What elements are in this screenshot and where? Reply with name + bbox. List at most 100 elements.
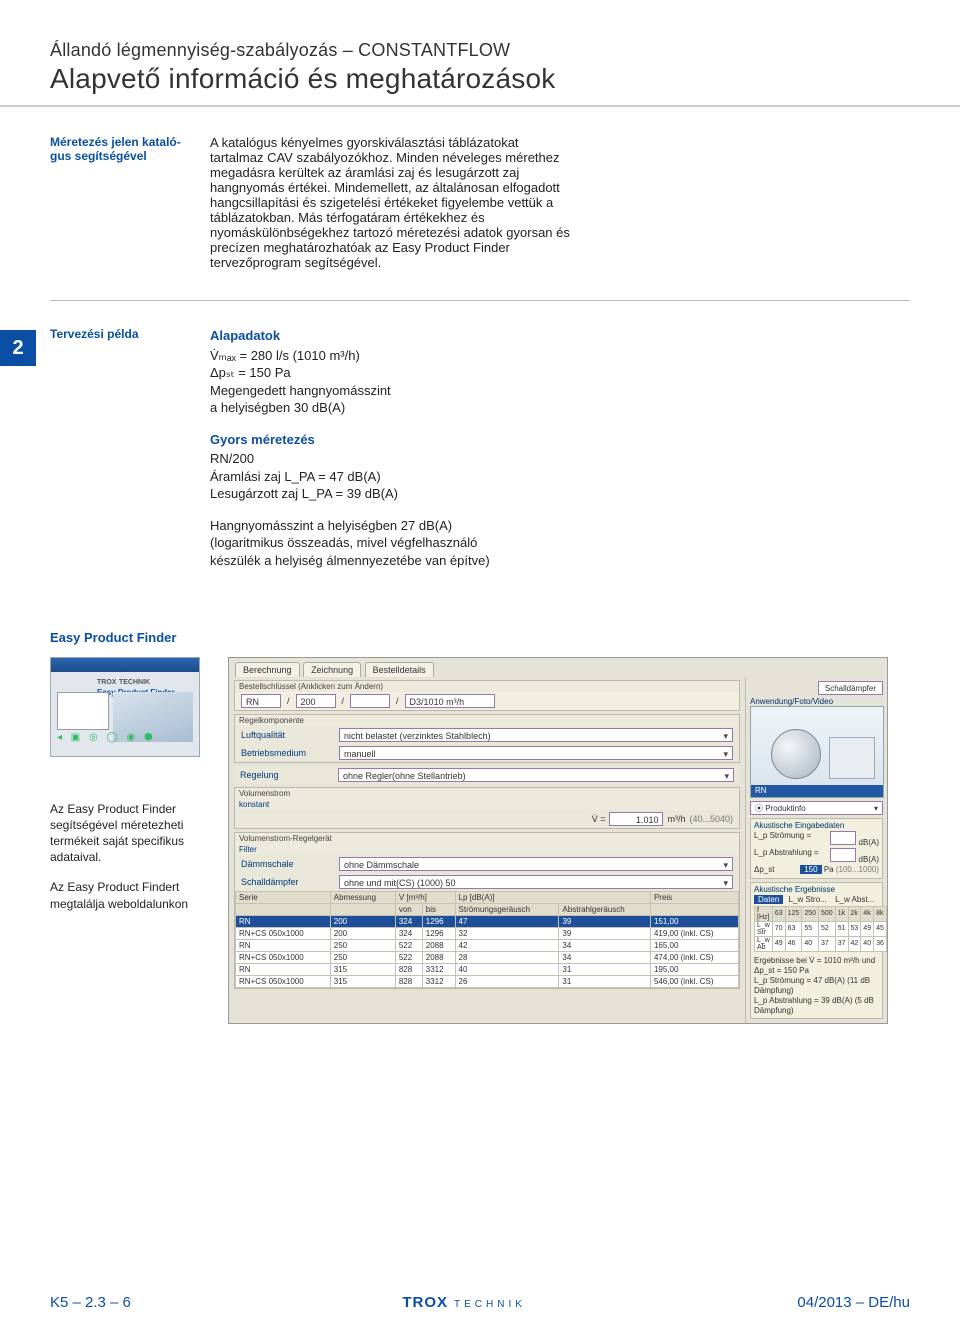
footer-right: 04/2013 – DE/hu: [797, 1294, 910, 1311]
table-cell: 828: [395, 975, 422, 987]
quick-sizing-heading: Gyors méretezés: [210, 431, 590, 449]
spec-td: 45: [874, 921, 887, 936]
app-tab-berechnung[interactable]: Berechnung: [235, 662, 300, 677]
table-cell: 324: [395, 915, 422, 927]
luft-dropdown[interactable]: nicht belastet (verzinktes Stahlblech): [339, 728, 733, 742]
betr-dropdown[interactable]: manuell: [339, 746, 733, 760]
app-regel-title: Regelkomponente: [235, 715, 739, 726]
damm-label: Dämmschale: [241, 859, 333, 869]
schall-label: Schalldämpfer: [241, 877, 333, 887]
epf-thumb-brand: TROX: [97, 679, 116, 686]
table-cell: 165,00: [650, 939, 738, 951]
epf-captions: Az Easy Product Finder segítségével mére…: [50, 801, 210, 912]
table-row[interactable]: RN+CS 050x100020032412963239419,00 (inkl…: [236, 927, 739, 939]
schall-dropdown[interactable]: ohne und mit(CS) (1000) 50: [339, 875, 733, 889]
table-row[interactable]: RN25052220884234165,00: [236, 939, 739, 951]
spec-td: 40: [861, 936, 874, 951]
table-cell: 1296: [422, 927, 455, 939]
app-main-column: Bestellschlüssel (Anklicken zum Ändern) …: [229, 677, 745, 1023]
spec-th: 125: [785, 906, 802, 921]
spec-td: 70: [772, 921, 785, 936]
table-cell: 546,00 (inkl. CS): [650, 975, 738, 987]
results-table[interactable]: Serie Abmessung V [m³/h] Lp [dB(A)] Prei…: [235, 891, 739, 988]
luft-label: Luftqualität: [241, 730, 333, 740]
table-cell: 34: [559, 951, 651, 963]
app-volumenstrom-group: Volumenstrom konstant V̇ = 1.010 m³/h (4…: [234, 787, 740, 829]
vol-input[interactable]: 1.010: [609, 812, 663, 826]
vol-eq: V̇ =: [592, 814, 606, 824]
orderkey-part-6[interactable]: D3/1010 m³/h: [405, 694, 495, 708]
table-cell: 2088: [422, 951, 455, 963]
ak-out-tab-daten[interactable]: Daten: [754, 895, 783, 904]
product-photo-caption: RN: [751, 785, 883, 797]
table-subheader-row: von bis Strömungsgeräusch Abstrahlgeräus…: [236, 903, 739, 915]
schalldampfer-button[interactable]: Schalldämpfer: [818, 681, 883, 695]
results-filter: Filter: [235, 844, 739, 855]
regel-dropdown[interactable]: ohne Regler(ohne Stellantrieb): [338, 768, 734, 782]
epf-heading: Easy Product Finder: [50, 630, 910, 645]
spec-td: 40: [802, 936, 819, 951]
th-strom: Strömungsgeräusch: [455, 903, 559, 915]
table-row[interactable]: RN+CS 050x100031582833122631546,00 (inkl…: [236, 975, 739, 987]
damm-dropdown[interactable]: ohne Dämmschale: [339, 857, 733, 871]
epf-thumb-technik: TECHNIK: [119, 679, 150, 686]
room-spl-line2: (logaritmikus összeadás, mivel végfelhas…: [210, 534, 590, 552]
section-divider: [50, 300, 910, 301]
table-cell: 39: [559, 927, 651, 939]
table-cell: 34: [559, 939, 651, 951]
spec-td: 52: [819, 921, 836, 936]
table-header-row: Serie Abmessung V [m³/h] Lp [dB(A)] Prei…: [236, 891, 739, 903]
page-title: Alapvető információ és meghatározások: [50, 63, 910, 95]
epf-row: TROX TECHNIK Easy Product Finder ◂ ▣ ◎ ◯…: [50, 657, 910, 1024]
table-row[interactable]: RN31582833124031195,00: [236, 963, 739, 975]
quick-sizing-rn: RN/200: [210, 450, 590, 468]
ak-in-dp: Δp_st: [754, 865, 774, 875]
app-tab-bestelldetails[interactable]: Bestelldetails: [365, 662, 434, 677]
spec-td: 37: [819, 936, 836, 951]
ak-in-la-field[interactable]: [830, 848, 856, 862]
basic-data-vmax: V̇ₘₐₓ = 280 l/s (1010 m³/h): [210, 347, 590, 365]
ak-out-tab-stro[interactable]: L_w Stro...: [786, 895, 830, 904]
spec-td: 42: [848, 936, 861, 951]
table-cell: 3312: [422, 963, 455, 975]
section-design-example: Tervezési példa Alapadatok V̇ₘₐₓ = 280 l…: [50, 327, 910, 570]
app-orderkey-label: Bestellschlüssel (Anklicken zum Ändern): [235, 681, 739, 692]
acoustic-inputs: Akustische Eingabedaten L_p Strömung = d…: [750, 818, 883, 879]
orderkey-slash-1: /: [287, 696, 290, 706]
results-title: Volumenstrom-Regelgerät: [235, 833, 739, 844]
footer-logo: TROXTECHNIK: [402, 1294, 526, 1311]
ak-in-dp-val[interactable]: 150: [800, 865, 821, 874]
footer-left: K5 – 2.3 – 6: [50, 1294, 131, 1311]
table-cell: 28: [455, 951, 559, 963]
table-cell: 151,00: [650, 915, 738, 927]
table-cell: 522: [395, 951, 422, 963]
orderkey-part-2[interactable]: 200: [296, 694, 336, 708]
spec-td: 37: [835, 936, 848, 951]
table-cell: 200: [330, 927, 395, 939]
acoustic-results: Akustische Ergebnisse Daten L_w Stro... …: [750, 882, 883, 1019]
ak-out-tab-abst[interactable]: L_w Abst...: [832, 895, 877, 904]
quick-sizing-radiated: Lesugárzott zaj L_PA = 39 dB(A): [210, 485, 590, 503]
epf-thumbnail: TROX TECHNIK Easy Product Finder ◂ ▣ ◎ ◯…: [50, 657, 200, 757]
spec-td: 49: [772, 936, 785, 951]
table-cell: RN+CS 050x1000: [236, 975, 331, 987]
vol-sub: konstant: [235, 799, 739, 810]
table-cell: RN: [236, 915, 331, 927]
epf-app-screenshot: Berechnung Zeichnung Bestelldetails Best…: [228, 657, 888, 1024]
spec-th: 500: [819, 906, 836, 921]
orderkey-part-4[interactable]: [350, 694, 390, 708]
app-results-group: Volumenstrom-Regelgerät Filter Dämmschal…: [234, 832, 740, 989]
header-rule: [0, 105, 960, 107]
ak-in-ls-field[interactable]: [830, 831, 856, 845]
table-cell: 3312: [422, 975, 455, 987]
produktinfo-dropdown[interactable]: ⦿ Produktinfo: [750, 801, 883, 815]
table-cell: RN+CS 050x1000: [236, 927, 331, 939]
table-cell: 32: [455, 927, 559, 939]
anwendung-label: Anwendung/Foto/Video: [750, 697, 883, 706]
table-row[interactable]: RN20032412964739151,00: [236, 915, 739, 927]
table-row[interactable]: RN+CS 050x100025052220882834474,00 (inkl…: [236, 951, 739, 963]
app-tab-zeichnung[interactable]: Zeichnung: [303, 662, 361, 677]
orderkey-part-0[interactable]: RN: [241, 694, 281, 708]
ak-in-dp-range: (100...1000): [836, 865, 879, 874]
footer-logo-sub: TECHNIK: [454, 1299, 526, 1310]
